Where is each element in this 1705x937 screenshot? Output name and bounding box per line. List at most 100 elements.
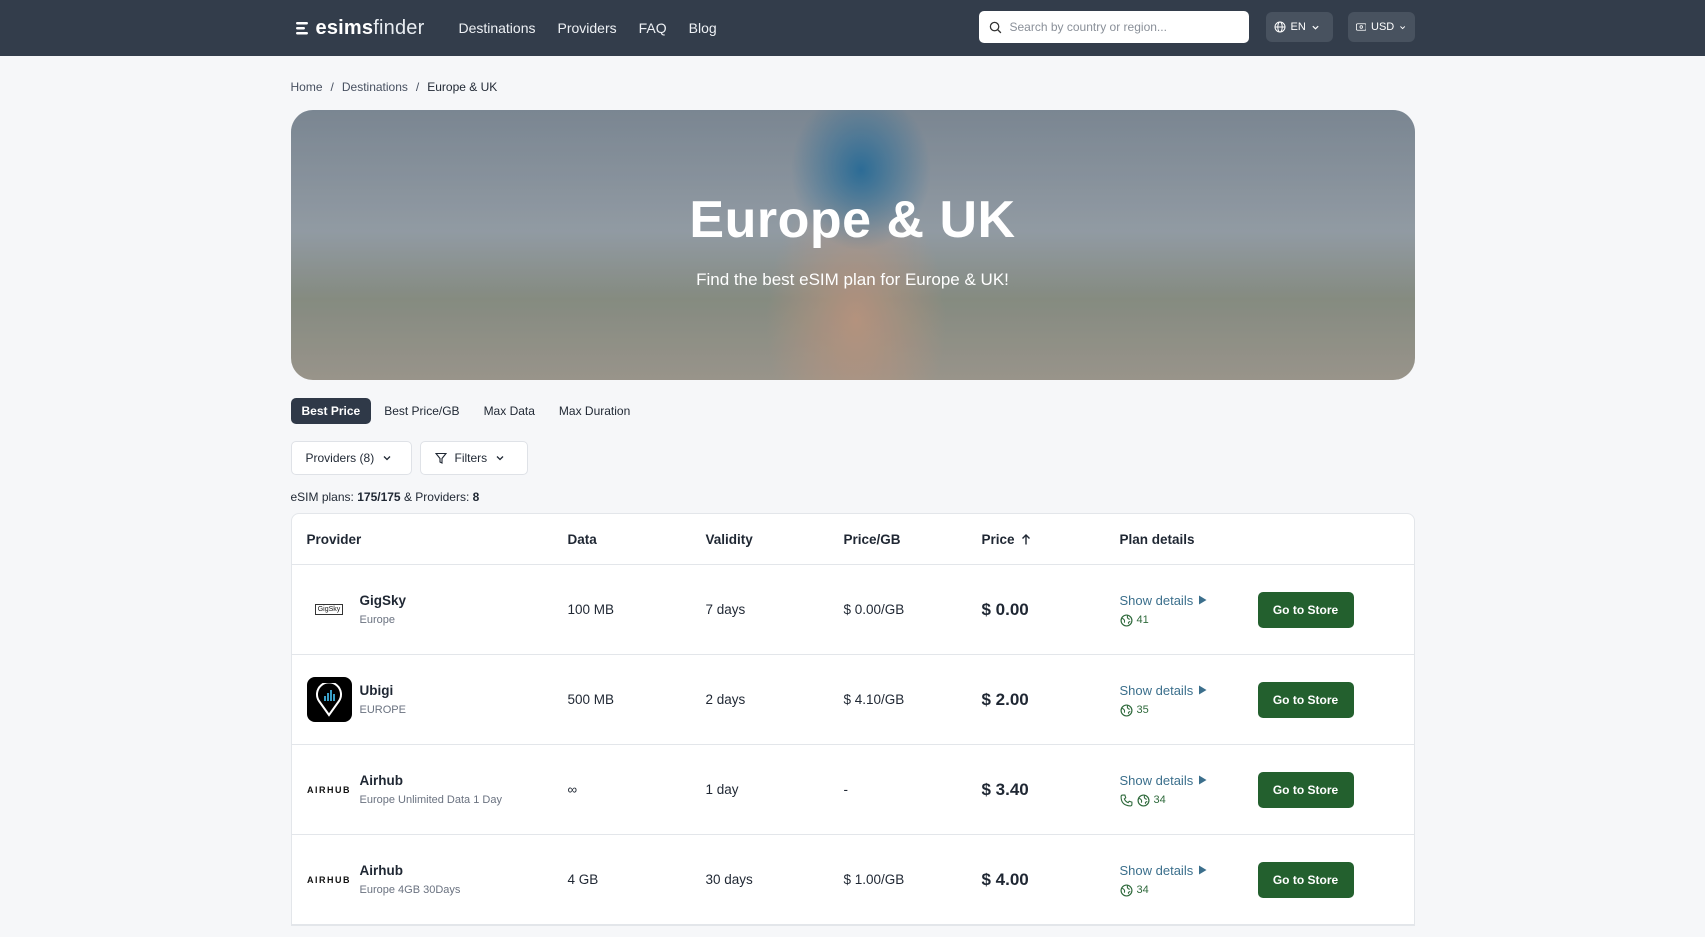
provider-logo xyxy=(306,677,352,722)
plan-price-per-gb: $ 4.10/GB xyxy=(843,692,905,707)
language-selector[interactable]: EN xyxy=(1265,12,1333,42)
nav-faq[interactable]: FAQ xyxy=(639,20,667,36)
plan-name: EUROPE xyxy=(359,704,406,716)
country-count: 34 xyxy=(1153,794,1166,806)
ubigi-icon xyxy=(316,682,342,717)
provider-name: Ubigi xyxy=(359,683,394,698)
filter-bar: Providers (8) Filters xyxy=(290,441,1415,475)
funnel-icon xyxy=(434,452,447,464)
table-row: Ubigi EUROPE 500 MB 2 days $ 4.10/GB $ 2… xyxy=(291,655,1414,745)
caret-right-icon xyxy=(1199,775,1207,785)
chevron-down-icon xyxy=(1312,25,1319,30)
table-row: AIRHUB Airhub Europe 4GB 30Days 4 GB 30 … xyxy=(291,835,1414,925)
caret-right-icon xyxy=(1199,865,1207,875)
chevron-down-icon xyxy=(1400,25,1406,29)
plan-validity: 7 days xyxy=(705,602,746,617)
plans-table: Provider Data Validity Price/GB Price Pl… xyxy=(290,513,1415,926)
show-details-label: Show details xyxy=(1119,682,1194,698)
table-row: AIRHUB Airhub Europe Unlimited Data 1 Da… xyxy=(291,745,1414,835)
country-count: 34 xyxy=(1136,884,1149,896)
main-content: Home / Destinations / Europe & UK Europe… xyxy=(290,56,1415,926)
caret-right-icon xyxy=(1199,685,1207,695)
breadcrumb-home[interactable]: Home xyxy=(291,80,323,94)
globe-icon xyxy=(1119,883,1133,897)
header-data[interactable]: Data xyxy=(568,532,706,547)
currency-selector[interactable]: USD xyxy=(1347,12,1415,42)
plan-price: $ 0.00 xyxy=(981,599,1029,619)
show-details-link[interactable]: Show details xyxy=(1120,863,1258,878)
breadcrumb: Home / Destinations / Europe & UK xyxy=(291,56,1415,94)
providers-count: 8 xyxy=(472,490,480,504)
provider-logo: GigSky xyxy=(307,587,352,632)
chevron-down-icon xyxy=(383,456,391,461)
plan-price: $ 4.00 xyxy=(981,869,1029,889)
go-to-store-button[interactable]: Go to Store xyxy=(1257,591,1354,628)
globe-icon xyxy=(1119,703,1133,717)
header-provider[interactable]: Provider xyxy=(292,532,568,547)
main-nav: Destinations Providers FAQ Blog xyxy=(458,20,716,36)
caret-right-icon xyxy=(1199,595,1207,605)
plan-validity: 2 days xyxy=(705,692,746,707)
phone-icon xyxy=(1120,794,1132,806)
go-to-store-button[interactable]: Go to Store xyxy=(1257,861,1354,898)
plan-name: Europe Unlimited Data 1 Day xyxy=(359,794,502,806)
currency-label: USD xyxy=(1371,21,1395,33)
show-details-label: Show details xyxy=(1119,772,1194,788)
providers-dropdown-label: Providers (8) xyxy=(305,451,375,465)
tab-max-duration[interactable]: Max Duration xyxy=(548,398,641,424)
page-subtitle: Find the best eSIM plan for Europe & UK! xyxy=(696,270,1009,289)
breadcrumb-current: Europe & UK xyxy=(427,80,498,94)
go-to-store-button[interactable]: Go to Store xyxy=(1257,771,1354,808)
breadcrumb-separator: / xyxy=(330,80,334,94)
plan-name: Europe xyxy=(359,614,395,626)
top-navbar: esims finder Destinations Providers FAQ B… xyxy=(0,0,1705,56)
plan-price: $ 3.40 xyxy=(981,779,1029,799)
show-details-label: Show details xyxy=(1119,862,1194,878)
nav-blog[interactable]: Blog xyxy=(689,20,717,36)
nav-destinations[interactable]: Destinations xyxy=(458,20,535,36)
plan-price: $ 2.00 xyxy=(981,689,1029,709)
plan-name: Europe 4GB 30Days xyxy=(359,884,461,896)
country-count: 35 xyxy=(1136,704,1149,716)
country-count: 41 xyxy=(1136,614,1149,626)
airhub-logo-text: AIRHUB xyxy=(307,784,351,795)
show-details-link[interactable]: Show details xyxy=(1120,683,1258,698)
plan-price-per-gb: $ 1.00/GB xyxy=(843,872,905,887)
show-details-label: Show details xyxy=(1119,592,1194,608)
breadcrumb-separator: / xyxy=(415,80,420,94)
header-price[interactable]: Price xyxy=(982,532,1120,547)
provider-name: GigSky xyxy=(359,593,407,608)
go-to-store-button[interactable]: Go to Store xyxy=(1257,681,1354,718)
hero-banner: Europe & UK Find the best eSIM plan for … xyxy=(290,110,1415,380)
table-row: GigSky GigSky Europe 100 MB 7 days $ 0.0… xyxy=(291,565,1414,655)
filters-dropdown-label: Filters xyxy=(454,451,488,465)
results-summary: eSIM plans: 175/175 & Providers: 8 xyxy=(291,490,1415,504)
nav-providers[interactable]: Providers xyxy=(558,20,617,36)
header-price-label: Price xyxy=(981,531,1015,547)
header-price-per-gb[interactable]: Price/GB xyxy=(844,532,982,547)
breadcrumb-destinations[interactable]: Destinations xyxy=(342,80,408,94)
plan-data: 100 MB xyxy=(567,602,615,617)
globe-icon xyxy=(1274,21,1285,33)
header-validity[interactable]: Validity xyxy=(706,532,844,547)
language-label: EN xyxy=(1290,21,1306,33)
plan-validity: 1 day xyxy=(705,782,739,797)
tab-best-price-per-gb[interactable]: Best Price/GB xyxy=(373,398,470,424)
plan-price-per-gb: - xyxy=(843,782,849,797)
plan-data: ∞ xyxy=(567,782,578,797)
show-details-link[interactable]: Show details xyxy=(1120,773,1258,788)
globe-icon xyxy=(1119,613,1133,627)
gigsky-logo-text: GigSky xyxy=(314,604,344,615)
arrow-up-icon xyxy=(1021,533,1030,544)
provider-logo: AIRHUB xyxy=(307,767,352,812)
tab-best-price[interactable]: Best Price xyxy=(290,398,372,424)
site-logo[interactable]: esims finder xyxy=(295,17,425,40)
plan-data: 4 GB xyxy=(567,872,599,887)
tab-max-data[interactable]: Max Data xyxy=(473,398,546,424)
sort-tabs: Best Price Best Price/GB Max Data Max Du… xyxy=(290,398,1415,424)
search-input[interactable] xyxy=(1009,20,1230,34)
airhub-logo-text: AIRHUB xyxy=(307,874,351,885)
providers-dropdown[interactable]: Providers (8) xyxy=(290,441,412,475)
show-details-link[interactable]: Show details xyxy=(1120,593,1258,608)
filters-dropdown[interactable]: Filters xyxy=(419,441,528,475)
